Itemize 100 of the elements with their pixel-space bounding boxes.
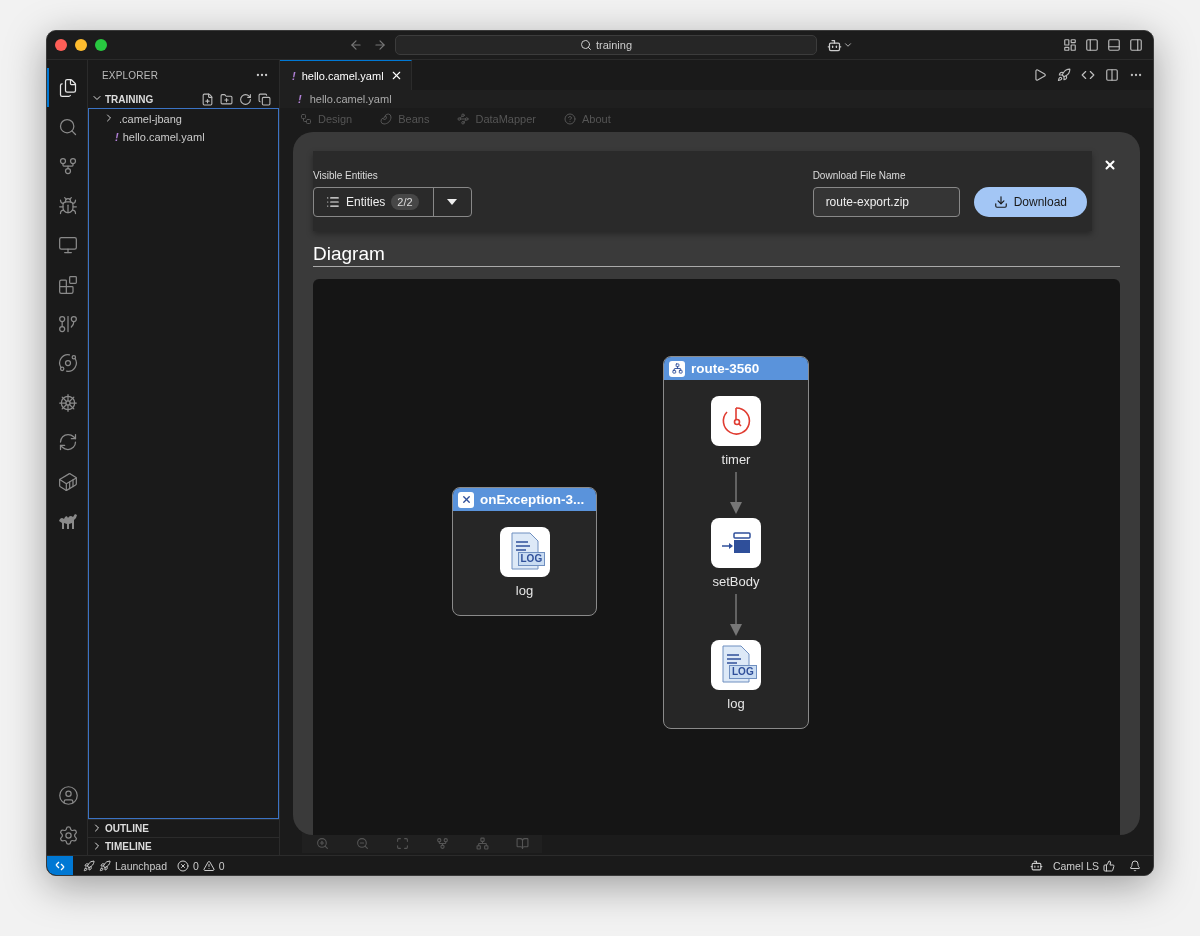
chevron-down-icon: [843, 40, 853, 50]
tree-item[interactable]: .camel-jbang: [119, 113, 182, 125]
error-count[interactable]: 0: [192, 859, 199, 872]
container-icon: [58, 471, 78, 492]
zoom-window-button[interactable]: [95, 39, 107, 51]
sync-icon: [58, 432, 78, 453]
warning-icon[interactable]: [202, 859, 215, 872]
tree-item[interactable]: hello.camel.yaml: [122, 131, 205, 143]
forward-icon[interactable]: [373, 38, 387, 52]
timer-icon: [720, 405, 752, 437]
step-node[interactable]: [711, 518, 761, 568]
layout-icon[interactable]: [1063, 38, 1077, 52]
step-label: log: [727, 696, 745, 712]
step-label: log: [515, 583, 534, 599]
split-editor-icon[interactable]: [1105, 68, 1119, 82]
robot-icon: [827, 37, 842, 53]
files-icon: [58, 77, 78, 98]
collapse-all-icon[interactable]: [258, 92, 271, 106]
close-icon: [1103, 158, 1117, 172]
group-title: route-3560: [691, 361, 760, 376]
search-icon: [58, 117, 78, 138]
launchpad-label: Launchpad: [115, 859, 167, 872]
command-search-field[interactable]: training: [395, 35, 817, 55]
step-node[interactable]: [711, 396, 761, 446]
close-x-icon: [460, 494, 472, 505]
fit-icon: [395, 836, 409, 850]
view-tab-icon: [380, 113, 393, 125]
extensions-icon: [58, 274, 78, 295]
yaml-file-icon: !: [292, 69, 296, 82]
view-tab-icon: [457, 113, 470, 125]
branch-icon: [435, 836, 449, 850]
monitor-icon: [58, 235, 78, 256]
remote-icon: [54, 859, 66, 872]
route-group[interactable]: onException-3... LOG log: [452, 487, 597, 616]
launchpad-button[interactable]: Launchpad: [83, 859, 167, 872]
entities-button[interactable]: Entities 2/2: [314, 188, 434, 216]
source-control-icon: [58, 156, 78, 177]
view-tab-icon: [564, 113, 576, 125]
route-group[interactable]: route-3560 timer setBody LOG log: [663, 356, 809, 729]
run-icon[interactable]: [1033, 68, 1047, 82]
caret-icon: [447, 199, 458, 205]
account-icon: [57, 785, 79, 807]
search-icon: [579, 39, 592, 51]
breadcrumb[interactable]: hello.camel.yaml: [309, 93, 392, 105]
rocket-icon[interactable]: [1057, 68, 1071, 82]
view-tab-icon: [300, 113, 312, 125]
book-icon: [515, 836, 529, 850]
hierarchy-icon: [475, 836, 489, 850]
set-body-icon: [720, 531, 752, 555]
rocket-icon: [83, 859, 95, 872]
copilot-button[interactable]: [827, 37, 853, 53]
new-file-icon[interactable]: [201, 92, 214, 106]
file-name-field[interactable]: route-export.zip: [812, 187, 960, 217]
camel-icon[interactable]: [58, 512, 78, 530]
folder-label[interactable]: TRAINING: [105, 93, 154, 105]
new-folder-icon[interactable]: [220, 92, 233, 106]
settings-icon: [57, 824, 79, 846]
step-label: setBody: [712, 574, 760, 590]
zoom-in-icon: [315, 836, 329, 850]
editor-tab[interactable]: ! hello.camel.yaml: [280, 60, 412, 90]
panel-left-icon[interactable]: [1085, 38, 1099, 52]
thumbs-up-icon: [1103, 859, 1115, 872]
count-badge: 2/2: [391, 194, 419, 210]
section-header[interactable]: OUTLINE: [105, 823, 149, 834]
refresh-icon[interactable]: [239, 92, 252, 106]
run-debug-icon: [58, 195, 78, 216]
sidebar-title: EXPLORER: [102, 69, 159, 81]
copilot-icon[interactable]: [1029, 859, 1043, 872]
molecule-icon: [58, 353, 78, 374]
panel-right-icon[interactable]: [1129, 38, 1143, 52]
zoom-out-icon: [355, 836, 369, 850]
diagram-heading: Diagram: [313, 243, 386, 266]
step-node[interactable]: LOG: [499, 527, 550, 577]
entities-dropdown[interactable]: Entities 2/2: [313, 187, 472, 217]
close-window-button[interactable]: [55, 39, 67, 51]
step-label: timer: [721, 452, 751, 468]
code-icon[interactable]: [1081, 68, 1095, 82]
yaml-file-icon: !: [115, 131, 119, 143]
language-server-button[interactable]: Camel LS: [1052, 859, 1115, 872]
download-icon: [993, 195, 1008, 209]
warning-count[interactable]: 0: [218, 859, 225, 872]
back-icon[interactable]: [349, 38, 363, 52]
step-node[interactable]: LOG: [711, 640, 761, 690]
field-label: Visible Entities: [313, 170, 379, 181]
notifications-icon[interactable]: [1129, 859, 1141, 872]
yaml-file-icon: !: [298, 93, 302, 105]
hierarchy-icon: [671, 363, 683, 374]
minimize-window-button[interactable]: [75, 39, 87, 51]
remote-button[interactable]: [47, 856, 73, 875]
download-button[interactable]: Download: [973, 187, 1087, 217]
section-header[interactable]: TIMELINE: [105, 841, 152, 852]
rocket-icon: [99, 859, 111, 872]
error-icon[interactable]: [176, 859, 189, 872]
tab-label: hello.camel.yaml: [301, 69, 384, 82]
list-icon: [326, 195, 340, 209]
group-title: onException-3...: [480, 492, 585, 507]
ship-wheel-icon: [58, 392, 78, 413]
panel-bottom-icon[interactable]: [1107, 38, 1121, 52]
git-graph-icon: [58, 314, 78, 335]
field-label: Download File Name: [812, 170, 907, 181]
